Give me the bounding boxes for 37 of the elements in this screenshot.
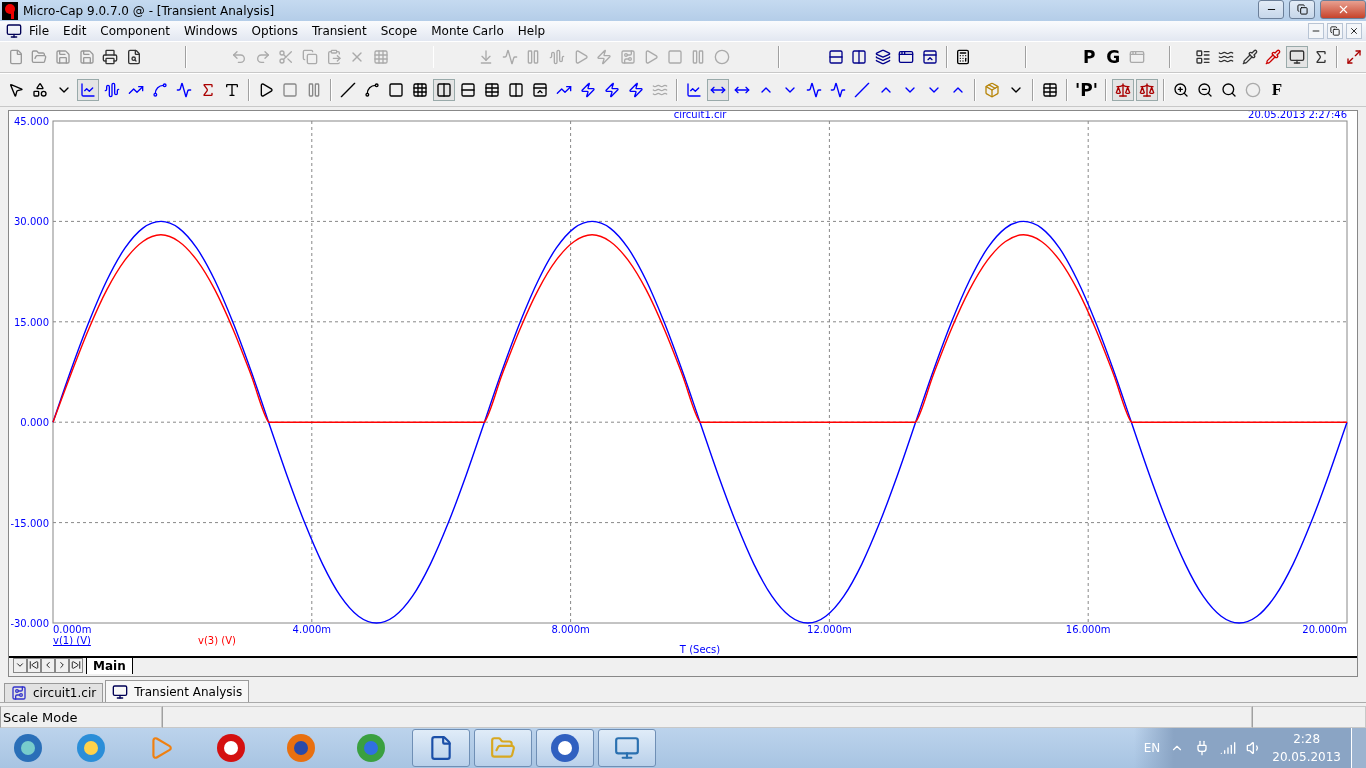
toolbar-button[interactable]: G xyxy=(1102,45,1125,68)
y-tick-label: 0.000 xyxy=(20,416,49,428)
x-tick-label: 16.000m xyxy=(1065,623,1111,635)
timestamp: 20.05.2013 2:27:46 xyxy=(1248,110,1347,120)
x-tick-label: 8.000m xyxy=(551,623,590,635)
y-tick-label: -30.000 xyxy=(10,617,49,629)
status-text: Scale Mode xyxy=(0,706,162,728)
menu-item[interactable]: Monte Carlo xyxy=(424,24,511,38)
x-tick-label: 12.000m xyxy=(807,623,852,635)
toolbar-button[interactable]: F xyxy=(1265,78,1288,101)
x-tick-label: 4.000m xyxy=(292,623,331,635)
menu-item[interactable]: Scope xyxy=(373,24,425,38)
x-tick-label: 0.000m xyxy=(53,623,92,635)
document-tab[interactable]: circuit1.cir xyxy=(4,683,104,702)
x-axis-label: T (Secs) xyxy=(679,643,721,655)
y-tick-label: 30.000 xyxy=(14,216,49,228)
y-tick-label: -15.000 xyxy=(10,517,49,529)
menu-item[interactable]: Help xyxy=(510,24,553,38)
chart-title: circuit1.cir xyxy=(673,110,727,120)
menu-item[interactable]: Options xyxy=(244,24,305,38)
document-tab[interactable]: Transient Analysis xyxy=(105,680,250,702)
page-tab[interactable]: Main xyxy=(86,657,133,674)
menu-item[interactable]: Windows xyxy=(177,24,245,38)
legend-label: v(1) (V) xyxy=(53,634,91,646)
menu-item[interactable]: File xyxy=(22,24,57,38)
clock-date: 20.05.2013 xyxy=(1272,749,1341,766)
y-tick-label: 15.000 xyxy=(14,316,49,328)
window-title: Micro-Cap 9.0.7.0 @ - [Transient Analysis] xyxy=(23,3,276,18)
y-tick-label: 45.000 xyxy=(14,115,49,127)
toolbar-button[interactable]: 'P' xyxy=(1073,78,1100,101)
clock-time: 2:28 xyxy=(1293,731,1321,748)
menu-item[interactable]: Edit xyxy=(56,24,94,38)
legend-label: v(3) (V) xyxy=(198,634,236,646)
menu-item[interactable]: Component xyxy=(93,24,177,38)
x-tick-label: 20.000m xyxy=(1302,623,1347,635)
toolbar-button[interactable]: P xyxy=(1078,45,1101,68)
menu-item[interactable]: Transient xyxy=(304,24,374,38)
